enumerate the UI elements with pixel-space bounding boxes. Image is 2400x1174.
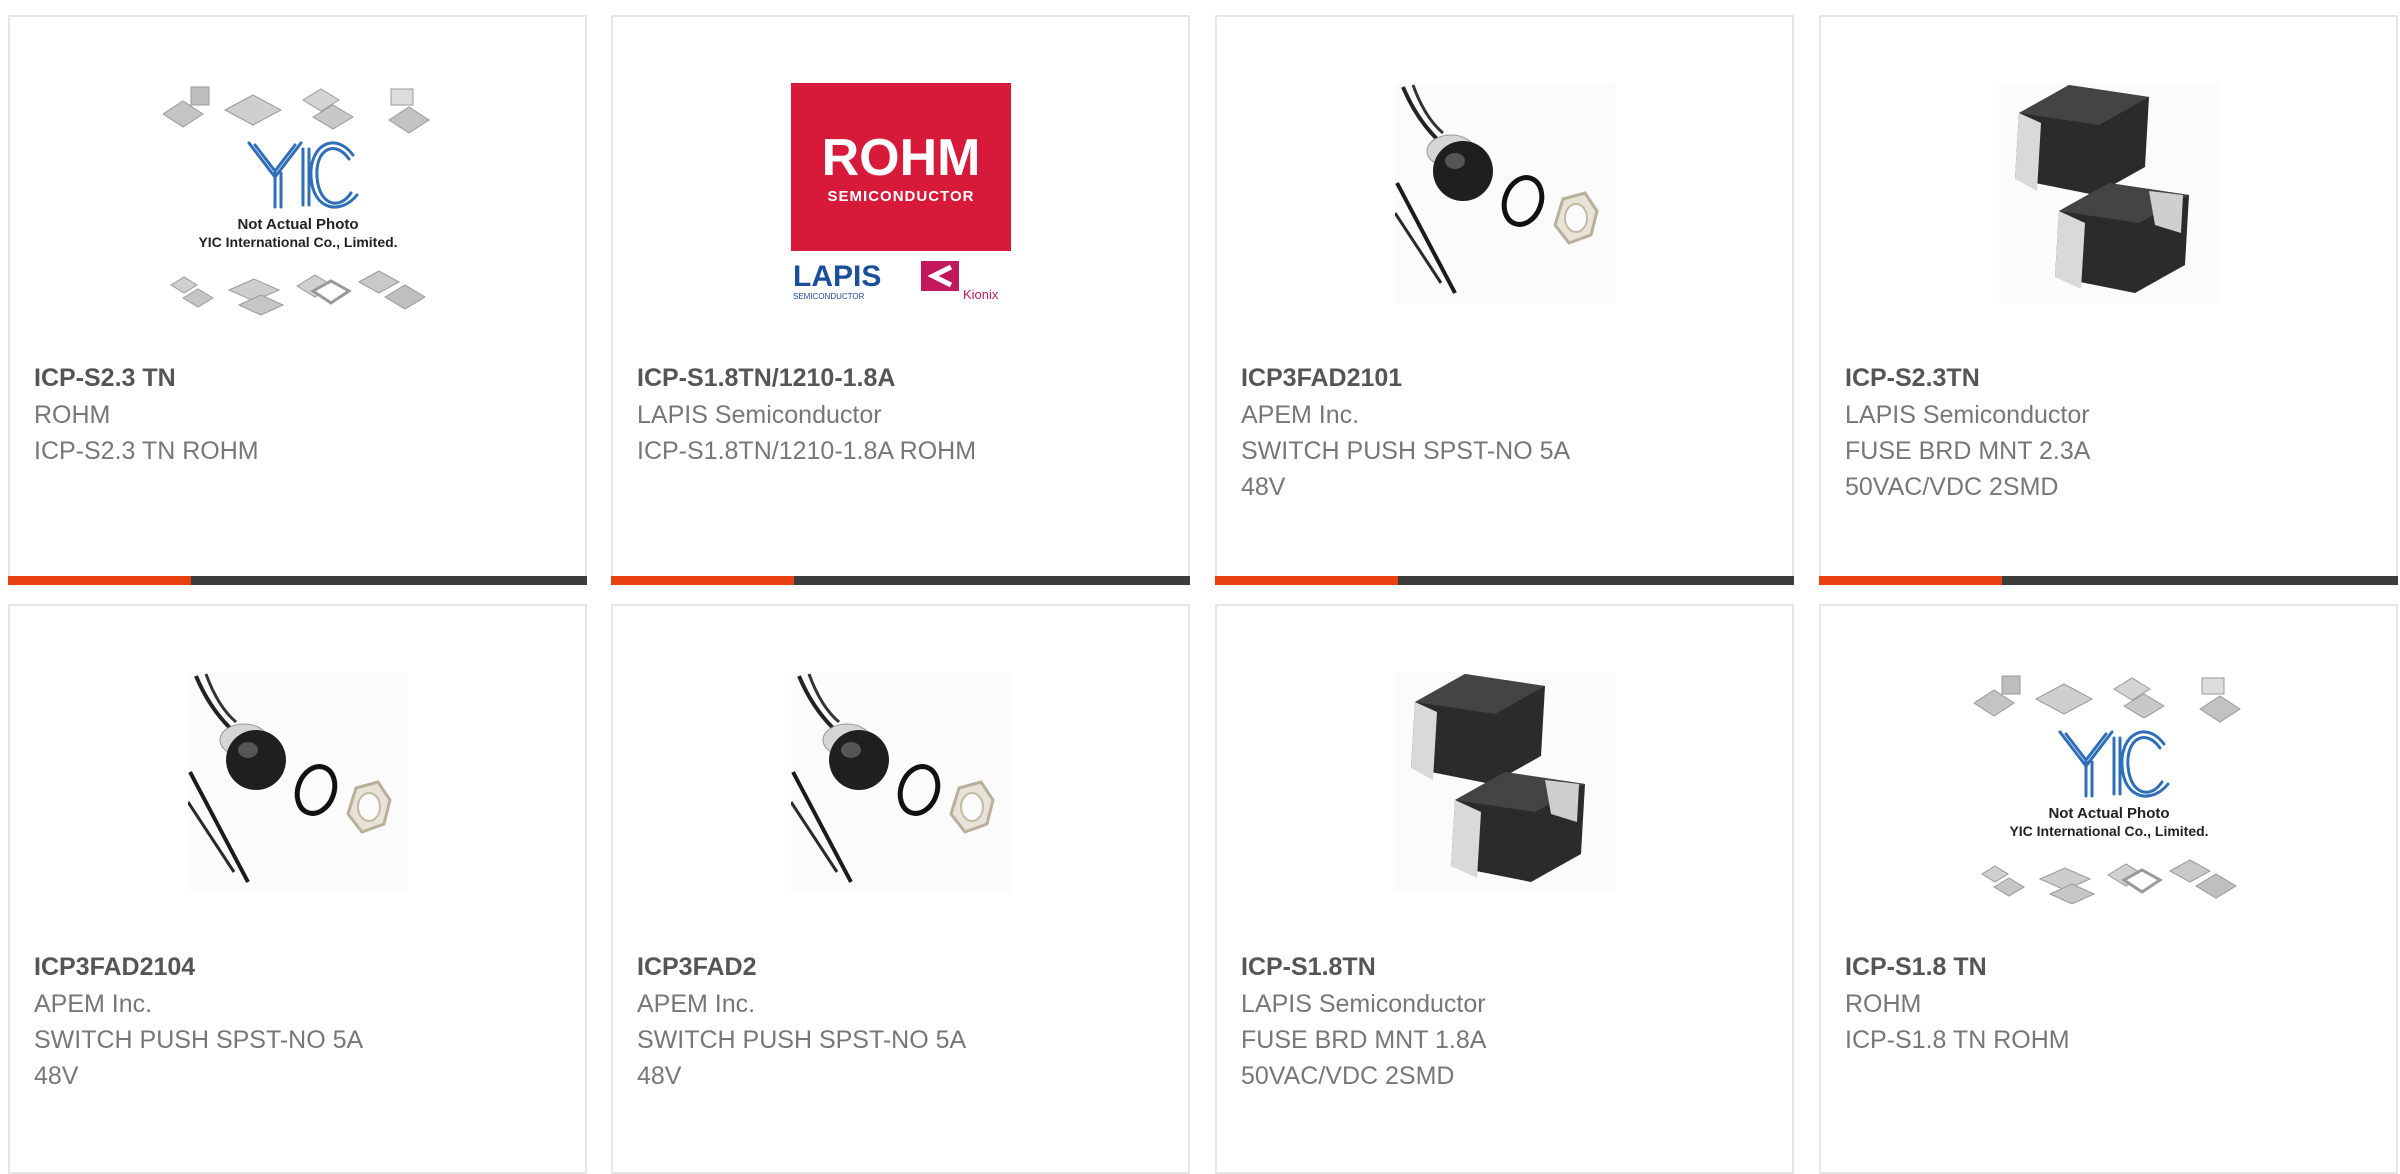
card-accent-bar xyxy=(1819,576,2002,585)
product-card[interactable]: ROHM SEMICONDUCTOR LAPIS SEMICONDUCTOR K… xyxy=(611,15,1190,585)
card-footer-bar xyxy=(1215,576,1794,585)
manufacturer: LAPIS Semiconductor xyxy=(637,401,882,429)
part-number-link[interactable]: ICP-S1.8TN/1210-1.8A xyxy=(637,360,1168,397)
rohm-sub-text: SEMICONDUCTOR xyxy=(827,188,974,205)
part-number-link[interactable]: ICP3FAD2104 xyxy=(34,949,565,986)
placeholder-line2: YIC International Co., Limited. xyxy=(198,234,397,250)
product-card[interactable]: ICP-S2.3TN LAPIS Semiconductor FUSE BRD … xyxy=(1819,15,2398,585)
product-card[interactable]: Not Actual Photo YIC International Co., L… xyxy=(8,15,587,585)
smd-fuse-icon[interactable] xyxy=(1394,672,1615,892)
rohm-logo-icon[interactable]: ROHM SEMICONDUCTOR LAPIS SEMICONDUCTOR K… xyxy=(790,83,1011,303)
description: FUSE BRD MNT 2.3A 50VAC/VDC 2SMD xyxy=(1845,437,2091,501)
card-footer-bar xyxy=(611,576,1190,585)
description: ICP-S2.3 TN ROHM xyxy=(34,437,259,465)
product-card[interactable]: ICP3FAD2 APEM Inc. SWITCH PUSH SPST-NO 5… xyxy=(611,604,1190,1174)
manufacturer: APEM Inc. xyxy=(34,990,153,1018)
description: ICP-S1.8TN/1210-1.8A ROHM xyxy=(637,437,977,465)
description: SWITCH PUSH SPST-NO 5A 48V xyxy=(637,1026,967,1090)
card-accent-bar xyxy=(611,576,794,585)
part-number-link[interactable]: ICP3FAD2101 xyxy=(1241,360,1772,397)
product-grid: Not Actual Photo YIC International Co., L… xyxy=(0,0,2400,1174)
part-number-link[interactable]: ICP-S1.8 TN xyxy=(1845,949,2376,986)
rohm-logo-text: ROHM xyxy=(821,129,980,187)
manufacturer: APEM Inc. xyxy=(1241,401,1360,429)
manufacturer: ROHM xyxy=(34,401,111,429)
lapis-sub-text: SEMICONDUCTOR xyxy=(793,292,865,301)
placeholder-line1: Not Actual Photo xyxy=(237,216,358,233)
placeholder-line1: Not Actual Photo xyxy=(2048,805,2169,822)
card-footer-bar xyxy=(1819,576,2398,585)
manufacturer: LAPIS Semiconductor xyxy=(1845,401,2090,429)
card-accent-bar xyxy=(1215,576,1398,585)
card-footer-bar xyxy=(8,576,587,585)
card-accent-bar xyxy=(8,576,191,585)
manufacturer: APEM Inc. xyxy=(637,990,756,1018)
product-card[interactable]: ICP-S1.8TN LAPIS Semiconductor FUSE BRD … xyxy=(1215,604,1794,1174)
manufacturer: LAPIS Semiconductor xyxy=(1241,990,1486,1018)
placeholder-photo-icon[interactable]: Not Actual Photo YIC International Co., L… xyxy=(162,83,433,323)
push-switch-icon[interactable] xyxy=(790,672,1011,892)
description: ICP-S1.8 TN ROHM xyxy=(1845,1026,2070,1054)
product-card[interactable]: ICP3FAD2101 APEM Inc. SWITCH PUSH SPST-N… xyxy=(1215,15,1794,585)
smd-fuse-icon[interactable] xyxy=(1998,83,2219,303)
push-switch-icon[interactable] xyxy=(1394,83,1615,303)
kionix-logo-text: Kionix xyxy=(963,287,999,302)
manufacturer: ROHM xyxy=(1845,990,1922,1018)
part-number-link[interactable]: ICP-S1.8TN xyxy=(1241,949,1772,986)
description: SWITCH PUSH SPST-NO 5A 48V xyxy=(1241,437,1571,501)
part-number-link[interactable]: ICP3FAD2 xyxy=(637,949,1168,986)
part-number-link[interactable]: ICP-S2.3TN xyxy=(1845,360,2376,397)
lapis-logo-text: LAPIS xyxy=(793,260,881,293)
placeholder-photo-icon[interactable]: Not Actual Photo YIC International Co., L… xyxy=(1973,672,2244,912)
description: FUSE BRD MNT 1.8A 50VAC/VDC 2SMD xyxy=(1241,1026,1487,1090)
description: SWITCH PUSH SPST-NO 5A 48V xyxy=(34,1026,364,1090)
placeholder-line2: YIC International Co., Limited. xyxy=(2009,823,2208,839)
part-number-link[interactable]: ICP-S2.3 TN xyxy=(34,360,565,397)
push-switch-icon[interactable] xyxy=(187,672,408,892)
product-card[interactable]: ICP3FAD2104 APEM Inc. SWITCH PUSH SPST-N… xyxy=(8,604,587,1174)
product-card[interactable]: Not Actual Photo YIC International Co., L… xyxy=(1819,604,2398,1174)
